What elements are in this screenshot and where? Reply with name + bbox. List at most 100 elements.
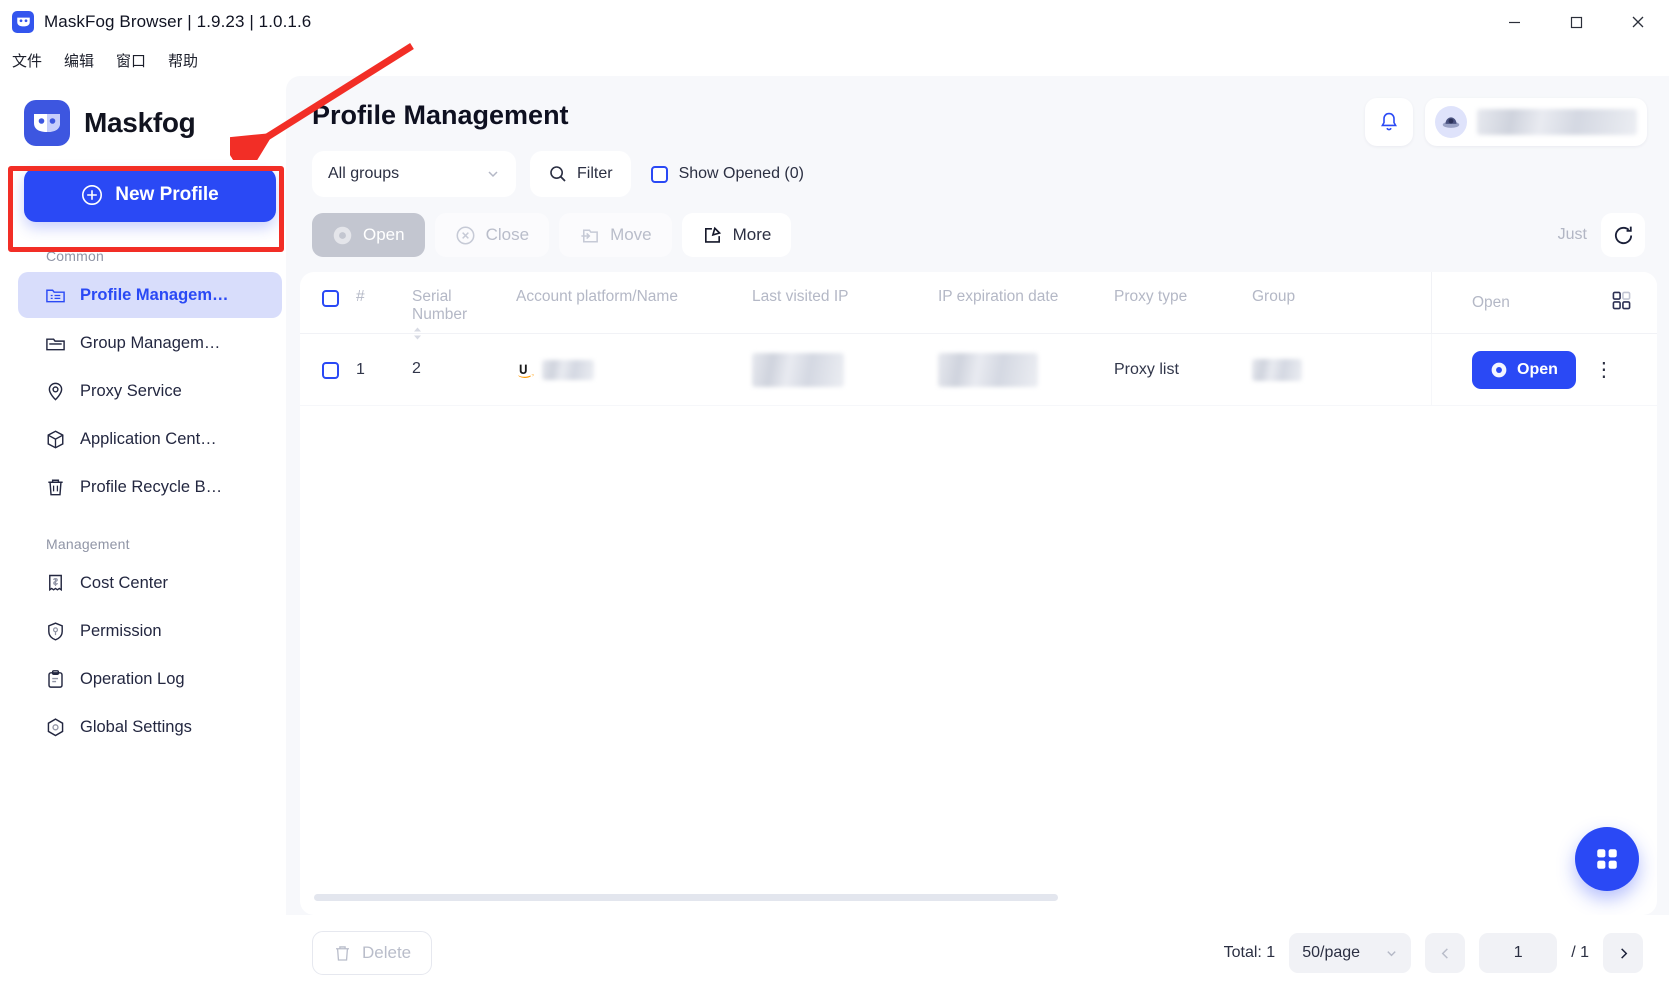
move-button[interactable]: Move xyxy=(559,213,672,257)
page-size-select[interactable]: 50/page xyxy=(1289,933,1411,973)
group-select-value: All groups xyxy=(328,165,399,183)
folder-list-icon xyxy=(44,284,66,306)
more-label: More xyxy=(733,225,772,245)
sidebar-item-label: Proxy Service xyxy=(80,382,182,401)
apps-grid-fab[interactable] xyxy=(1575,827,1639,891)
trash-icon xyxy=(44,476,66,498)
sidebar-item-application-center[interactable]: Application Cent… xyxy=(18,416,282,462)
row-open-label: Open xyxy=(1517,361,1558,379)
prev-page-button[interactable] xyxy=(1425,933,1465,973)
show-opened-label: Show Opened (0) xyxy=(679,165,804,183)
sidebar-item-group-management[interactable]: Group Managem… xyxy=(18,320,282,366)
chrome-icon xyxy=(332,225,353,246)
move-folder-icon xyxy=(579,225,600,246)
hexagon-gear-icon xyxy=(44,716,66,738)
location-pin-icon xyxy=(44,380,66,402)
row-checkbox[interactable] xyxy=(300,360,356,379)
show-opened-toggle[interactable]: Show Opened (0) xyxy=(651,165,804,183)
open-button[interactable]: Open xyxy=(312,213,425,257)
sidebar-item-label: Group Managem… xyxy=(80,334,220,353)
kebab-menu-icon[interactable]: ⋮ xyxy=(1594,360,1614,380)
next-page-button[interactable] xyxy=(1603,933,1643,973)
column-header-ip-expiration[interactable]: IP expiration date xyxy=(938,288,1114,306)
row-open-button[interactable]: Open xyxy=(1472,351,1576,389)
select-all-checkbox[interactable] xyxy=(300,288,356,307)
minimize-button[interactable] xyxy=(1483,0,1545,44)
horizontal-scrollbar[interactable] xyxy=(314,894,1058,901)
folder-icon xyxy=(44,332,66,354)
group-select[interactable]: All groups xyxy=(312,151,516,197)
column-header-index[interactable]: # xyxy=(356,288,412,306)
open-label: Open xyxy=(363,225,405,245)
current-page-input[interactable]: 1 xyxy=(1479,933,1557,973)
cube-icon xyxy=(44,428,66,450)
brand-name: Maskfog xyxy=(84,107,195,139)
menu-edit[interactable]: 编辑 xyxy=(64,50,94,71)
sync-status: Just xyxy=(1558,226,1587,244)
header-actions xyxy=(1365,98,1647,146)
row-group xyxy=(1252,359,1372,381)
column-header-open: Open xyxy=(1432,294,1510,312)
column-header-account-platform[interactable]: Account platform/Name xyxy=(516,288,752,306)
total-count: Total: 1 xyxy=(1224,944,1276,962)
sidebar-item-permission[interactable]: Permission xyxy=(18,608,282,654)
sidebar-item-global-settings[interactable]: Global Settings xyxy=(18,704,282,750)
grid-settings-icon[interactable] xyxy=(1612,291,1631,315)
row-ip-expiration xyxy=(938,353,1114,387)
window-controls xyxy=(1483,0,1669,44)
column-header-serial-number[interactable]: SerialNumber xyxy=(412,288,516,340)
delete-label: Delete xyxy=(362,943,411,963)
new-profile-button[interactable]: New Profile xyxy=(24,168,276,222)
row-serial-number: 2 xyxy=(412,360,516,378)
row-index: 1 xyxy=(356,361,412,379)
row-last-visited-ip-masked xyxy=(752,353,844,387)
amazon-icon xyxy=(516,360,536,380)
menu-help[interactable]: 帮助 xyxy=(168,50,198,71)
table-header-row: # SerialNumber Account platform/Name Las… xyxy=(300,272,1657,334)
refresh-button[interactable] xyxy=(1601,213,1645,257)
sidebar-item-label: Profile Managem… xyxy=(80,286,229,305)
sidebar-item-profile-recycle-bin[interactable]: Profile Recycle B… xyxy=(18,464,282,510)
column-header-group[interactable]: Group xyxy=(1252,288,1372,306)
ufo-avatar-icon xyxy=(1435,106,1467,138)
apps-grid-icon xyxy=(1594,846,1620,872)
bell-icon xyxy=(1378,111,1400,133)
close-button[interactable] xyxy=(1607,0,1669,44)
more-button[interactable]: More xyxy=(682,213,792,257)
chrome-icon xyxy=(1490,361,1508,379)
table-row[interactable]: 1 2 xyxy=(300,334,1657,406)
search-icon xyxy=(548,164,568,184)
row-actions: Open ⋮ xyxy=(1431,334,1657,405)
profiles-table: # SerialNumber Account platform/Name Las… xyxy=(300,272,1657,915)
column-header-last-visited-ip[interactable]: Last visited IP xyxy=(752,288,938,306)
chevron-down-icon xyxy=(1385,947,1398,960)
close-button-toolbar[interactable]: Close xyxy=(435,213,549,257)
sidebar: Maskfog New Profile Common Profile Manag… xyxy=(0,76,300,991)
menu-file[interactable]: 文件 xyxy=(12,50,42,71)
sidebar-item-profile-management[interactable]: Profile Managem… xyxy=(18,272,282,318)
title-bar: MaskFog Browser | 1.9.23 | 1.0.1.6 xyxy=(0,0,1669,44)
sidebar-item-proxy-service[interactable]: Proxy Service xyxy=(18,368,282,414)
nav-group-management-title: Management xyxy=(0,510,300,560)
column-header-serial-number-label: SerialNumber xyxy=(412,288,467,340)
main-content: Profile Management xyxy=(286,76,1669,991)
chevron-down-icon xyxy=(486,167,500,181)
clipboard-icon xyxy=(44,668,66,690)
user-chip[interactable] xyxy=(1425,98,1647,146)
trash-icon xyxy=(333,944,352,963)
filter-button[interactable]: Filter xyxy=(530,151,631,197)
sidebar-item-cost-center[interactable]: Cost Center xyxy=(18,560,282,606)
sidebar-item-operation-log[interactable]: Operation Log xyxy=(18,656,282,702)
row-group-masked xyxy=(1252,359,1302,381)
maximize-button[interactable] xyxy=(1545,0,1607,44)
menu-window[interactable]: 窗口 xyxy=(116,50,146,71)
footer-bar: Delete Total: 1 50/page 1 / 1 xyxy=(286,915,1669,991)
pagination: Total: 1 50/page 1 / 1 xyxy=(1224,933,1669,973)
row-ip-expiration-masked xyxy=(938,353,1038,387)
show-opened-checkbox[interactable] xyxy=(651,166,668,183)
delete-button[interactable]: Delete xyxy=(312,931,432,975)
refresh-icon xyxy=(1612,224,1635,247)
sidebar-item-label: Profile Recycle B… xyxy=(80,478,222,497)
notification-button[interactable] xyxy=(1365,98,1413,146)
column-header-proxy-type[interactable]: Proxy type xyxy=(1114,288,1252,306)
